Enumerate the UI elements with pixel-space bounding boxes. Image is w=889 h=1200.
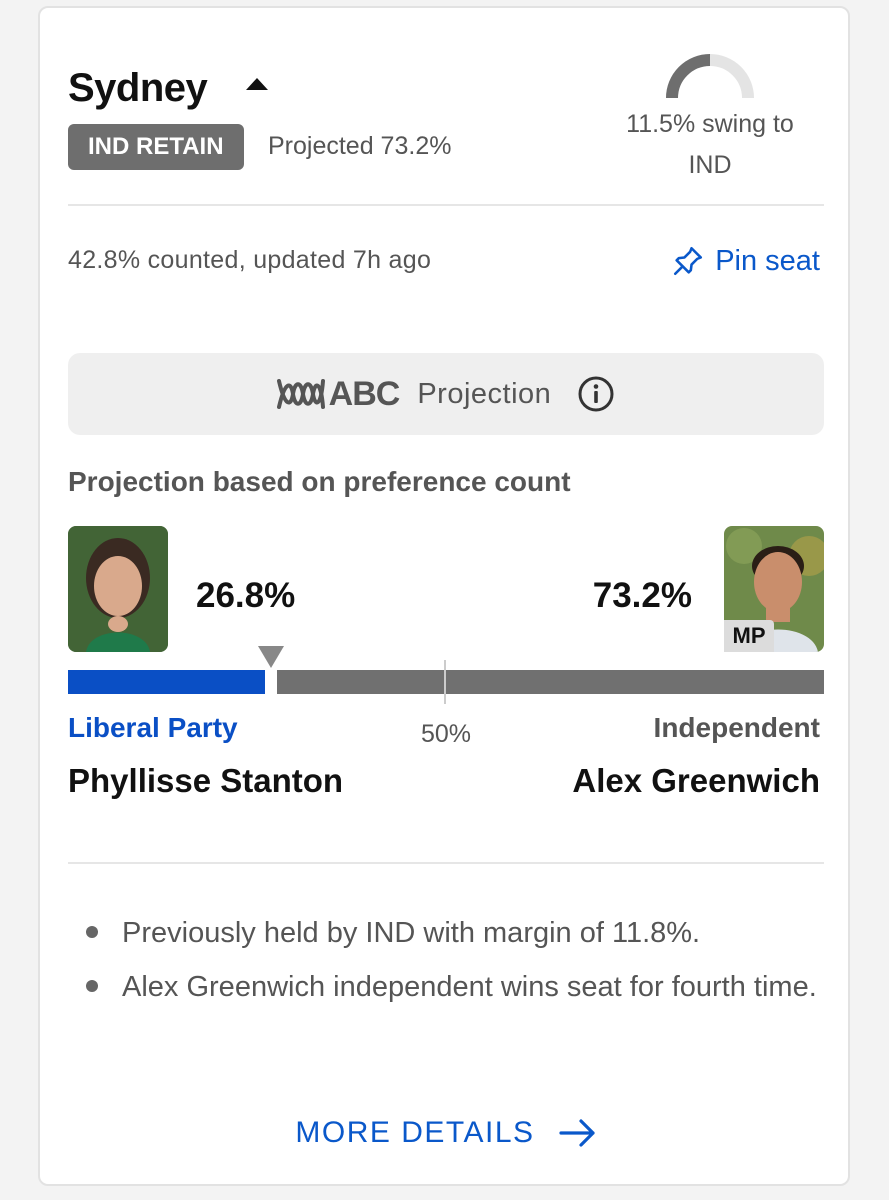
swing-line-2: IND bbox=[688, 151, 732, 179]
counted-status: 42.8% counted, updated 7h ago bbox=[68, 246, 432, 274]
pin-seat-label: Pin seat bbox=[715, 244, 820, 277]
candidate-left-percent: 26.8% bbox=[196, 576, 296, 615]
bullet-icon bbox=[86, 926, 98, 938]
mp-tag: MP bbox=[724, 620, 774, 652]
more-details-link[interactable]: MORE DETAILS bbox=[40, 1116, 852, 1150]
divider bbox=[68, 204, 824, 206]
bar-segment-independent bbox=[277, 670, 824, 694]
half-way-line bbox=[444, 660, 446, 704]
projected-percent: Projected 73.2% bbox=[268, 132, 452, 160]
projection-bar bbox=[68, 670, 824, 694]
collapse-caret-icon[interactable] bbox=[246, 78, 268, 90]
bullet-icon bbox=[86, 980, 98, 992]
projection-basis: Projection based on preference count bbox=[68, 466, 571, 497]
note-text: Previously held by IND with margin of 11… bbox=[122, 917, 701, 949]
abc-logo-text: ABC bbox=[328, 374, 401, 413]
candidate-right-party: Independent bbox=[653, 712, 820, 743]
half-way-label: 50% bbox=[420, 720, 472, 748]
candidate-photo-left bbox=[68, 526, 168, 652]
more-details-label: MORE DETAILS bbox=[295, 1116, 535, 1149]
swing-text: 11.5% swing to IND bbox=[600, 104, 820, 186]
abc-logo: ABC bbox=[276, 374, 401, 414]
info-icon[interactable] bbox=[577, 375, 615, 413]
candidate-left-name: Phyllisse Stanton bbox=[68, 762, 344, 799]
swing-gauge-icon bbox=[666, 54, 754, 99]
abc-lissajous-icon bbox=[276, 379, 325, 409]
seat-notes: Previously held by IND with margin of 11… bbox=[68, 906, 824, 1014]
note-item: Previously held by IND with margin of 11… bbox=[68, 906, 824, 960]
candidate-left-party: Liberal Party bbox=[68, 712, 238, 743]
note-item: Alex Greenwich independent wins seat for… bbox=[68, 960, 824, 1014]
divider bbox=[68, 862, 824, 864]
seat-card: Sydney IND RETAIN Projected 73.2% 11.5% … bbox=[38, 6, 850, 1186]
bar-segment-liberal bbox=[68, 670, 265, 694]
arrow-right-icon bbox=[558, 1119, 595, 1147]
candidate-right-name: Alex Greenwich bbox=[572, 762, 820, 799]
pin-seat-button[interactable]: Pin seat bbox=[671, 244, 820, 278]
status-badge: IND RETAIN bbox=[68, 124, 244, 170]
projection-label: Projection bbox=[417, 377, 552, 410]
note-text: Alex Greenwich independent wins seat for… bbox=[122, 971, 817, 1003]
seat-title: Sydney bbox=[68, 66, 208, 110]
pin-icon bbox=[674, 246, 703, 276]
position-marker-icon bbox=[258, 646, 284, 668]
swing-line-1: 11.5% swing to bbox=[626, 110, 794, 138]
projection-header: ABC Projection bbox=[68, 353, 824, 435]
candidate-right-percent: 73.2% bbox=[592, 576, 692, 615]
